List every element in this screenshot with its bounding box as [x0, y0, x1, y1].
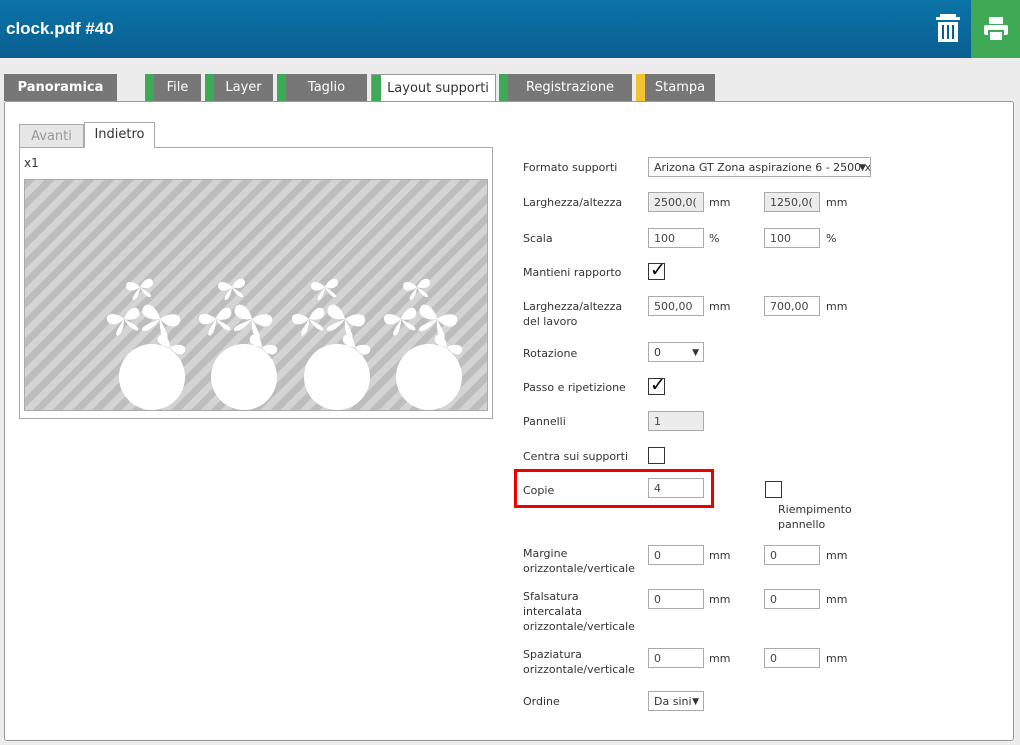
select-value: 0: [654, 346, 661, 359]
status-marker: [205, 74, 214, 101]
unit-label: %: [826, 232, 837, 245]
unit-label: mm: [826, 300, 848, 313]
subtab-avanti[interactable]: Avanti: [19, 124, 84, 148]
copies-highlight: [514, 469, 714, 508]
step-repeat-label: Passo e ripetizione: [523, 381, 626, 394]
keep-ratio-label: Mantieni rapporto: [523, 266, 622, 279]
printer-icon: [984, 17, 1008, 42]
tab-file[interactable]: File: [145, 74, 201, 101]
chevron-down-icon: ▼: [692, 348, 699, 358]
media-sheet: [24, 179, 488, 411]
stagger-h-field[interactable]: 0: [648, 589, 704, 609]
job-size-label: Larghezza/altezza del lavoro: [523, 300, 623, 328]
status-marker: [499, 74, 508, 101]
panels-label: Pannelli: [523, 415, 566, 428]
unit-label: mm: [826, 652, 848, 665]
width-height-label: Larghezza/altezza: [523, 196, 623, 209]
keep-ratio-checkbox[interactable]: ✓: [648, 259, 666, 281]
unit-label: mm: [709, 300, 731, 313]
center-checkbox[interactable]: [648, 447, 665, 464]
unit-label: mm: [709, 593, 731, 606]
tab-taglio[interactable]: Taglio: [277, 74, 367, 101]
job-graphics: [25, 180, 487, 410]
copy-count-label: x1: [24, 156, 39, 170]
tab-stampa[interactable]: Stampa: [636, 74, 715, 101]
status-marker: [636, 74, 645, 101]
unit-label: mm: [709, 196, 731, 209]
select-value: Da sini: [654, 695, 692, 708]
fill-panel-label: Riempimento pannello: [778, 503, 852, 531]
unit-label: mm: [709, 652, 731, 665]
center-label: Centra sui supporti: [523, 450, 629, 463]
media-preview: x1: [19, 147, 493, 419]
tab-label: Layout supporti: [387, 81, 489, 96]
tab-layer[interactable]: Layer: [205, 74, 273, 101]
subtab-label: Indietro: [94, 127, 145, 142]
rotation-select[interactable]: 0 ▼: [648, 342, 704, 362]
checkmark-icon: ✓: [650, 259, 666, 281]
spacing-h-field[interactable]: 0: [648, 648, 704, 668]
print-button[interactable]: [971, 0, 1020, 58]
spacing-label: Spaziatura orizzontale/verticale: [523, 648, 635, 676]
tab-label: Panoramica: [17, 80, 104, 95]
media-width-field[interactable]: 2500,0(: [648, 192, 704, 212]
tab-label: Stampa: [654, 80, 706, 95]
order-select[interactable]: Da sini ▼: [648, 691, 704, 711]
tab-layout-supporti[interactable]: Layout supporti: [371, 74, 496, 102]
margin-h-field[interactable]: 0: [648, 545, 704, 565]
unit-label: mm: [826, 593, 848, 606]
spacing-v-field[interactable]: 0: [764, 648, 820, 668]
tab-panoramica[interactable]: Panoramica: [4, 74, 117, 101]
tab-label: Layer: [225, 80, 262, 95]
status-marker: [372, 75, 381, 102]
unit-label: mm: [826, 196, 848, 209]
stagger-v-field[interactable]: 0: [764, 589, 820, 609]
unit-label: mm: [709, 549, 731, 562]
margin-label: Margine orizzontale/verticale: [523, 547, 635, 575]
motif-copy-3: [291, 278, 372, 410]
tab-label: Registrazione: [525, 80, 615, 95]
panels-field[interactable]: 1: [648, 411, 704, 431]
order-label: Ordine: [523, 695, 560, 708]
unit-label: %: [709, 232, 720, 245]
step-repeat-checkbox[interactable]: ✓: [648, 374, 666, 396]
tab-registrazione[interactable]: Registrazione: [499, 74, 632, 101]
tab-label: File: [166, 80, 189, 95]
media-size-label: Formato supporti: [523, 161, 618, 174]
unit-label: mm: [826, 549, 848, 562]
tab-label: Taglio: [307, 80, 346, 95]
scale-x-field[interactable]: 100: [648, 228, 704, 248]
motif-copy-4: [383, 278, 464, 410]
margin-v-field[interactable]: 0: [764, 545, 820, 565]
stagger-label: Sfalsatura intercalata orizzontale/verti…: [523, 590, 635, 633]
fill-panel-checkbox[interactable]: [765, 481, 782, 498]
chevron-down-icon: ▼: [692, 697, 699, 707]
motif-copy-2: [198, 278, 279, 410]
media-height-field[interactable]: 1250,0(: [764, 192, 820, 212]
rotation-label: Rotazione: [523, 347, 578, 360]
chevron-down-icon: ▼: [859, 163, 866, 173]
scale-y-field[interactable]: 100: [764, 228, 820, 248]
status-marker: [277, 74, 286, 101]
subtab-indietro[interactable]: Indietro: [84, 122, 155, 148]
status-marker: [145, 74, 154, 101]
motif-copy-1: [106, 278, 187, 410]
job-title: clock.pdf #40: [6, 19, 114, 38]
title-bar: [0, 0, 1020, 58]
media-size-select[interactable]: Arizona GT Zona aspirazione 6 - 2500 x 1…: [648, 157, 871, 177]
scale-label: Scala: [523, 232, 553, 245]
job-width-field[interactable]: 500,00: [648, 296, 704, 316]
trash-icon[interactable]: [934, 12, 962, 44]
job-height-field[interactable]: 700,00: [764, 296, 820, 316]
select-value: Arizona GT Zona aspirazione 6 - 2500 x 1…: [654, 161, 871, 174]
checkmark-icon: ✓: [650, 374, 666, 396]
subtab-label: Avanti: [31, 129, 72, 144]
